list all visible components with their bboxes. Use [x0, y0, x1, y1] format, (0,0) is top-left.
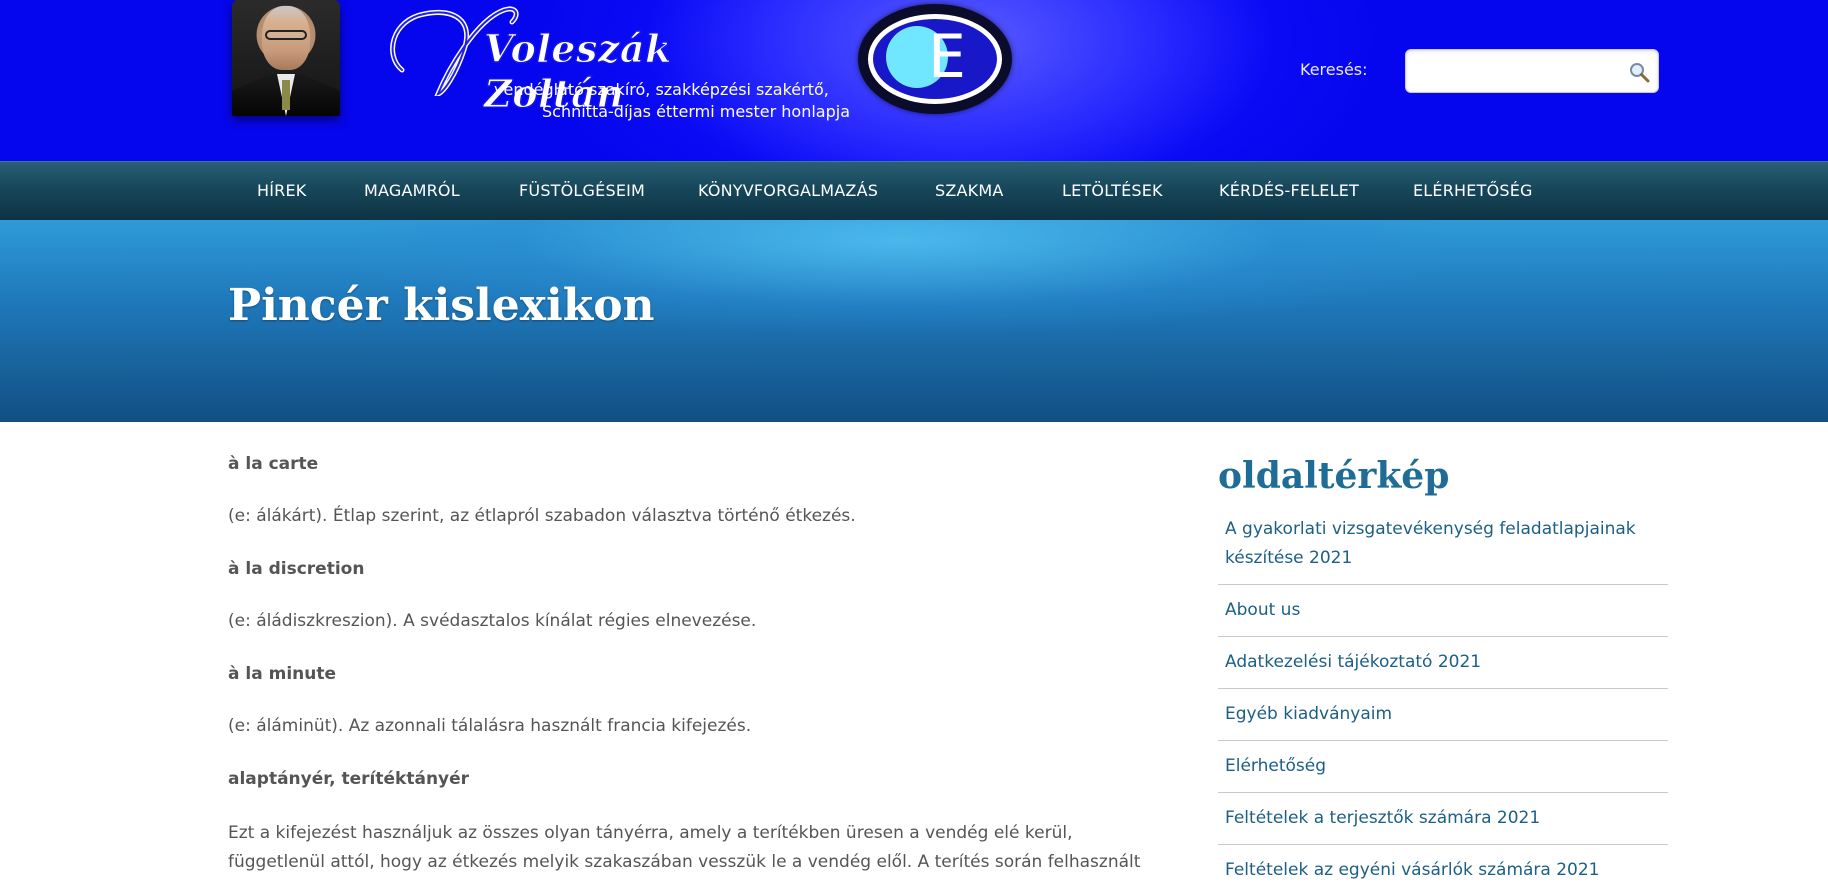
entry-definition: (e: áládiszkreszion). A svédasztalos kín… [228, 611, 757, 631]
sitemap-link[interactable]: About us [1218, 585, 1668, 637]
sitemap-link[interactable]: Adatkezelési tájékoztató 2021 [1218, 637, 1668, 689]
nav-item-magamrol[interactable]: MAGAMRÓL [364, 181, 460, 200]
sitemap-link[interactable]: Feltételek a terjesztők számára 2021 [1218, 793, 1668, 845]
search-icon[interactable] [1628, 61, 1650, 83]
page-banner: Pincér kislexikon [0, 220, 1828, 422]
search-input[interactable] [1414, 56, 1614, 86]
main-nav: HÍREK MAGAMRÓL FÜSTÖLGÉSEIM KÖNYVFORGALM… [0, 161, 1828, 220]
sitemap-link[interactable]: Egyéb kiadványaim [1218, 689, 1668, 741]
nav-item-fustolgeseim[interactable]: FÜSTÖLGÉSEIM [519, 181, 645, 200]
entry-term: à la minute [228, 664, 337, 684]
lexicon-content: à la carte (e: álákárt). Étlap szerint, … [228, 452, 1168, 877]
site-header: Voleszák Zoltán vendéglátó szakíró, szak… [0, 0, 1828, 161]
entry-term: à la discretion [228, 559, 365, 579]
entry-definition: Ezt a kifejezést használjuk az összes ol… [228, 823, 1141, 872]
nav-item-kerdes-felelet[interactable]: KÉRDÉS-FELELET [1219, 181, 1359, 200]
sitemap-link[interactable]: A gyakorlati vizsgatevékenység feladatla… [1218, 510, 1668, 585]
oe-logo: E [858, 4, 1012, 114]
entry-definition: (e: áláminüt). Az azonnali tálalásra has… [228, 716, 752, 736]
logo-subtitle-2: Schnitta-díjas éttermi mester honlapja [542, 102, 850, 121]
sitemap-link[interactable]: Feltételek az egyéni vásárlók számára 20… [1218, 845, 1668, 888]
search-label: Keresés: [1300, 60, 1368, 79]
sitemap-list: A gyakorlati vizsgatevékenység feladatla… [1218, 510, 1668, 888]
entry-term: à la carte [228, 454, 319, 474]
sitemap-link[interactable]: Elérhetőség [1218, 741, 1668, 793]
nav-item-konyvforgalmazas[interactable]: KÖNYVFORGALMAZÁS [698, 181, 878, 200]
logo-subtitle-1: vendéglátó szakíró, szakképzési szakértő… [494, 80, 829, 99]
nav-item-hirek[interactable]: HÍREK [257, 181, 306, 200]
search-box [1405, 49, 1659, 93]
nav-item-elerhetoseg[interactable]: ELÉRHETŐSÉG [1413, 181, 1533, 200]
nav-item-szakma[interactable]: SZAKMA [935, 181, 1004, 200]
page-title: Pincér kislexikon [228, 280, 655, 331]
entry-term: alaptányér, terítéktányér [228, 769, 470, 789]
entry-definition: (e: álákárt). Étlap szerint, az étlapról… [228, 506, 856, 526]
nav-item-letoltesek[interactable]: LETÖLTÉSEK [1062, 181, 1163, 200]
sidebar-title: oldaltérkép [1218, 455, 1450, 497]
sitemap-sidebar: oldaltérkép A gyakorlati vizsgatevékenys… [1218, 452, 1668, 888]
author-photo [232, 0, 340, 116]
